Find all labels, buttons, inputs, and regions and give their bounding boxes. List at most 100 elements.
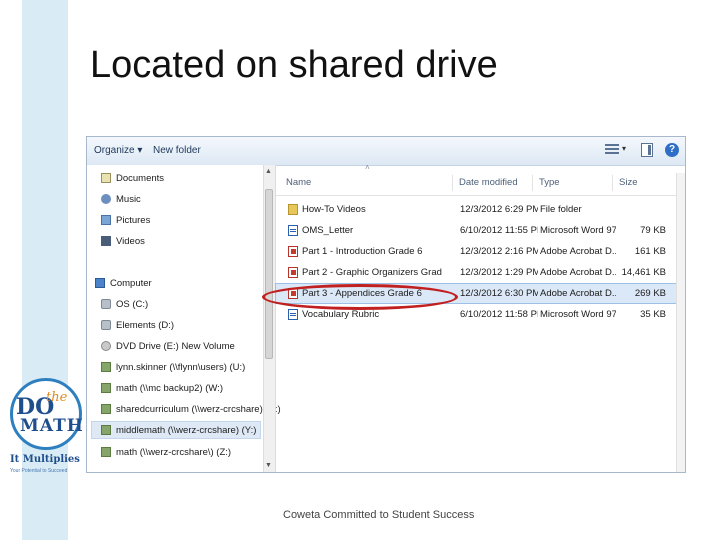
file-row[interactable]: OMS_Letter 6/10/2012 11:55 PM Microsoft …: [276, 221, 676, 240]
nav-item-dvd-e[interactable]: DVD Drive (E:) New Volume: [101, 337, 235, 355]
nav-item-label: Computer: [110, 277, 152, 289]
nav-item-label: DVD Drive (E:) New Volume: [116, 340, 235, 352]
view-options-icon[interactable]: [605, 144, 619, 156]
file-date: 6/10/2012 11:58 PM: [460, 309, 538, 320]
file-size: 161 KB: [634, 246, 666, 257]
nav-item-lynn-u[interactable]: lynn.skinner (\\flynn\users) (U:): [101, 358, 245, 376]
videos-icon: [101, 236, 111, 246]
nav-item-math-z[interactable]: math (\\werz-crcshare\) (Z:): [101, 443, 231, 461]
file-type: Adobe Acrobat D...: [540, 267, 616, 278]
nav-item-label: Elements (D:): [116, 319, 175, 331]
column-separator[interactable]: [532, 175, 533, 191]
new-folder-button[interactable]: New folder: [153, 145, 201, 156]
nav-item-documents[interactable]: Documents: [101, 169, 164, 187]
music-icon: [101, 194, 111, 204]
column-header-type[interactable]: Type: [539, 177, 560, 188]
file-date: 12/3/2012 6:29 PM: [460, 204, 538, 215]
word-document-icon: [288, 309, 298, 320]
documents-icon: [101, 173, 111, 183]
slide-title: Located on shared drive: [90, 44, 498, 86]
navigation-scrollbar[interactable]: ▲ ▼: [263, 165, 275, 472]
nav-item-label: Music: [116, 193, 141, 205]
file-row[interactable]: Part 1 - Introduction Grade 6 12/3/2012 …: [276, 242, 676, 261]
file-type: Microsoft Word 97...: [540, 309, 616, 320]
file-date: 6/10/2012 11:55 PM: [460, 225, 538, 236]
scroll-down-arrow-icon[interactable]: ▼: [265, 462, 272, 469]
explorer-toolbar: Organize ▾ New folder ▾ ?: [87, 137, 685, 166]
file-list-scrollbar[interactable]: [676, 173, 685, 472]
computer-icon: [95, 278, 105, 288]
file-name: Part 1 - Introduction Grade 6: [302, 246, 423, 257]
network-drive-icon: [101, 404, 111, 414]
file-name: OMS_Letter: [302, 225, 354, 236]
network-drive-icon: [101, 425, 111, 435]
nav-item-label: OS (C:): [116, 298, 149, 310]
network-drive-icon: [101, 447, 111, 457]
preview-pane-icon[interactable]: [641, 143, 653, 157]
navigation-pane: Documents Music Pictures Videos Computer…: [87, 165, 281, 472]
navigation-scroll-thumb[interactable]: [265, 189, 273, 359]
file-type: File folder: [540, 204, 582, 215]
nav-item-label: math (\\werz-crcshare\) (Z:): [116, 446, 232, 458]
file-size: 79 KB: [640, 225, 666, 236]
column-separator[interactable]: [452, 175, 453, 191]
organize-button[interactable]: Organize ▾: [94, 145, 142, 156]
sort-caret-icon: ˄: [365, 163, 370, 172]
nav-item-music[interactable]: Music: [101, 190, 141, 208]
file-name: How-To Videos: [302, 204, 366, 215]
nav-item-sharedcurriculum-x[interactable]: sharedcurriculum (\\werz-crcshare) (X:): [101, 400, 281, 418]
file-row[interactable]: How-To Videos 12/3/2012 6:29 PM File fol…: [276, 200, 676, 219]
file-name: Vocabulary Rubric: [302, 309, 380, 320]
nav-item-videos[interactable]: Videos: [101, 232, 145, 250]
pictures-icon: [101, 215, 111, 225]
file-date: 12/3/2012 1:29 PM: [460, 267, 538, 278]
dvd-icon: [101, 341, 111, 351]
nav-item-label: math (\\mc backup2) (W:): [116, 382, 223, 394]
logo-the-text: the: [46, 390, 68, 405]
file-type: Adobe Acrobat D...: [540, 246, 616, 257]
nav-item-middlemath-y[interactable]: middlemath (\\werz-crcshare) (Y:): [91, 421, 261, 439]
file-type: Microsoft Word 97...: [540, 225, 616, 236]
drive-icon: [101, 299, 111, 309]
scroll-up-arrow-icon[interactable]: ▲: [265, 168, 272, 175]
slide-footer: Coweta Committed to Student Success: [283, 509, 475, 521]
nav-item-label: middlemath (\\werz-crcshare) (Y:): [116, 424, 257, 436]
do-the-math-logo: DO the MATH It Multiplies Your Potential…: [2, 374, 86, 486]
logo-subtagline: Your Potential to Succeed: [10, 468, 68, 474]
logo-tagline: It Multiplies: [10, 454, 80, 465]
folder-icon: [288, 204, 298, 215]
pdf-icon: [288, 246, 298, 257]
pdf-icon: [288, 267, 298, 278]
network-drive-icon: [101, 362, 111, 372]
column-separator[interactable]: [612, 175, 613, 191]
drive-icon: [101, 320, 111, 330]
file-size: 14,461 KB: [621, 267, 666, 278]
nav-item-label: sharedcurriculum (\\werz-crcshare) (X:): [116, 403, 281, 415]
nav-item-computer[interactable]: Computer: [95, 274, 152, 292]
nav-item-label: Documents: [116, 172, 165, 184]
file-date: 12/3/2012 2:16 PM: [460, 246, 538, 257]
file-row[interactable]: Part 2 - Graphic Organizers Grade 6 12/3…: [276, 263, 676, 282]
nav-item-math-w[interactable]: math (\\mc backup2) (W:): [101, 379, 223, 397]
network-drive-icon: [101, 383, 111, 393]
file-name: Part 2 - Graphic Organizers Grade 6: [302, 267, 442, 278]
help-icon[interactable]: ?: [665, 143, 679, 157]
highlight-circle-annotation: [262, 284, 458, 310]
nav-item-label: Videos: [116, 235, 145, 247]
file-list-header: Name Date modified Type Size: [276, 173, 685, 196]
column-header-date[interactable]: Date modified: [459, 177, 518, 188]
word-document-icon: [288, 225, 298, 236]
logo-math-text: MATH: [20, 416, 84, 436]
file-date: 12/3/2012 6:30 PM: [460, 288, 538, 299]
file-size: 269 KB: [634, 288, 666, 299]
nav-item-label: lynn.skinner (\\flynn\users) (U:): [116, 361, 246, 373]
nav-item-pictures[interactable]: Pictures: [101, 211, 150, 229]
file-size: 35 KB: [640, 309, 666, 320]
view-dropdown-arrow-icon[interactable]: ▾: [622, 144, 626, 153]
file-type: Adobe Acrobat D...: [540, 288, 616, 299]
column-header-name[interactable]: Name: [286, 177, 311, 188]
nav-item-label: Pictures: [116, 214, 151, 226]
nav-item-elements-d[interactable]: Elements (D:): [101, 316, 174, 334]
nav-item-os-c[interactable]: OS (C:): [101, 295, 148, 313]
column-header-size[interactable]: Size: [619, 177, 637, 188]
